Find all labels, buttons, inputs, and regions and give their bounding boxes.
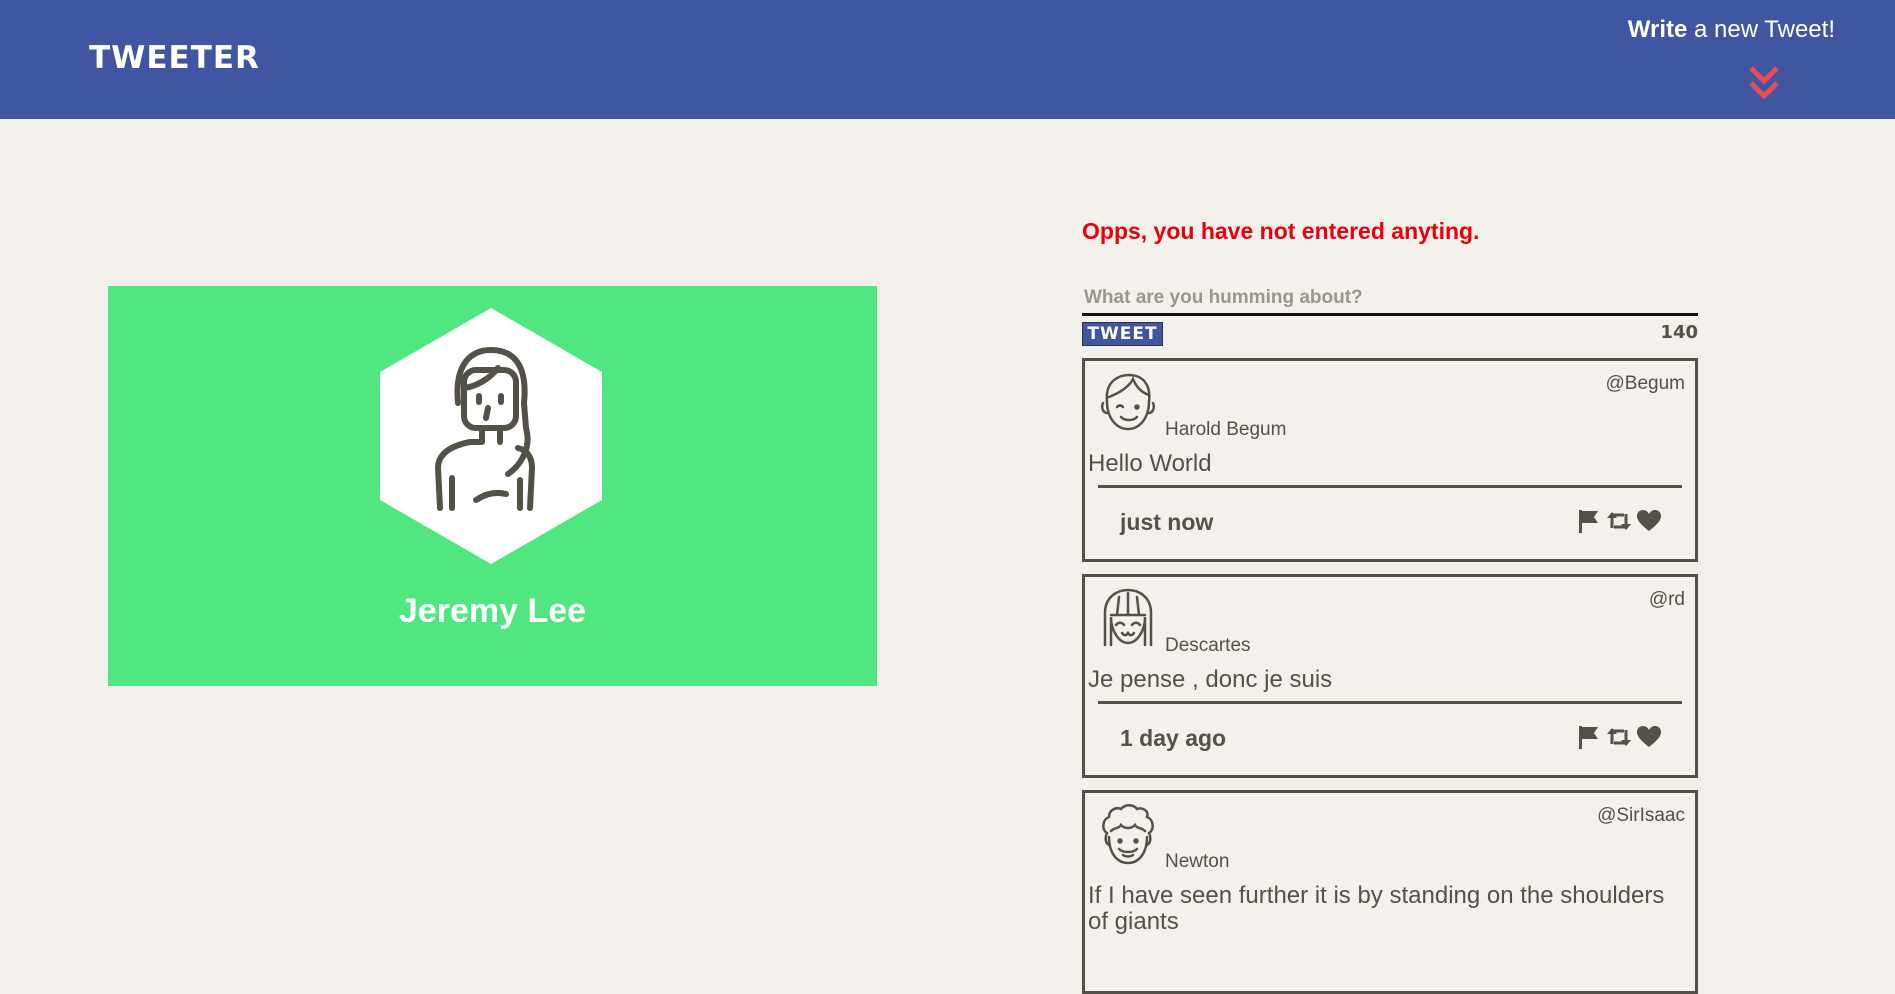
tweet-card: @SirIsaac Newton If I have seen further … — [1082, 790, 1698, 994]
tweet-content: Je pense , donc je suis — [1088, 666, 1333, 693]
tweet-card: @rd Descartes Je pense , donc je suis 1 … — [1082, 574, 1698, 778]
flag-icon[interactable] — [1576, 508, 1602, 534]
tweet-author-name: Harold Begum — [1165, 419, 1287, 440]
tweet-submit-button[interactable]: TWEET — [1082, 322, 1163, 346]
error-message: Opps, you have not entered anyting. — [1082, 218, 1480, 244]
retweet-icon[interactable] — [1606, 724, 1632, 750]
tweet-content: If I have seen further it is by standing… — [1088, 882, 1665, 935]
compose-label-bold: Write — [1627, 16, 1688, 43]
tweet-timestamp: just now — [1120, 509, 1214, 535]
tweet-divider — [1098, 485, 1682, 488]
profile-name: Jeremy Lee — [398, 592, 587, 630]
top-nav: TWEETER Write a new Tweet! — [0, 0, 1895, 119]
curly-hair-avatar-icon — [1102, 804, 1154, 865]
bob-hair-avatar-icon — [1103, 588, 1153, 647]
tweet-author-name: Newton — [1165, 851, 1230, 872]
brand-logo[interactable]: TWEETER — [89, 40, 260, 76]
tweet-author-name: Descartes — [1165, 635, 1251, 656]
woman-avatar-icon — [380, 308, 602, 564]
retweet-icon[interactable] — [1606, 508, 1632, 534]
tweet-text-input[interactable] — [1082, 282, 1698, 316]
tweet-divider — [1098, 701, 1682, 704]
tweet-timestamp: 1 day ago — [1120, 725, 1227, 751]
tweet-handle[interactable]: @rd — [1649, 589, 1685, 611]
tweet-handle[interactable]: @Begum — [1606, 373, 1686, 395]
heart-icon[interactable] — [1636, 724, 1662, 750]
heart-icon[interactable] — [1636, 508, 1662, 534]
tweet-actions — [1576, 508, 1662, 534]
tweet-card: @Begum Harold Begum Hello World just now — [1082, 358, 1698, 562]
profile-card: Jeremy Lee — [108, 286, 877, 686]
compose-toggle[interactable]: Write a new Tweet! — [1595, 16, 1835, 44]
char-counter: 140 — [1660, 322, 1698, 343]
tweet-actions — [1576, 724, 1662, 750]
compose-label-rest: a new Tweet! — [1687, 16, 1835, 43]
tweet-handle[interactable]: @SirIsaac — [1597, 805, 1685, 827]
double-chevron-down-icon[interactable] — [1748, 64, 1780, 102]
smiling-man-avatar-icon — [1100, 373, 1156, 431]
flag-icon[interactable] — [1576, 724, 1602, 750]
tweet-content: Hello World — [1088, 450, 1212, 477]
